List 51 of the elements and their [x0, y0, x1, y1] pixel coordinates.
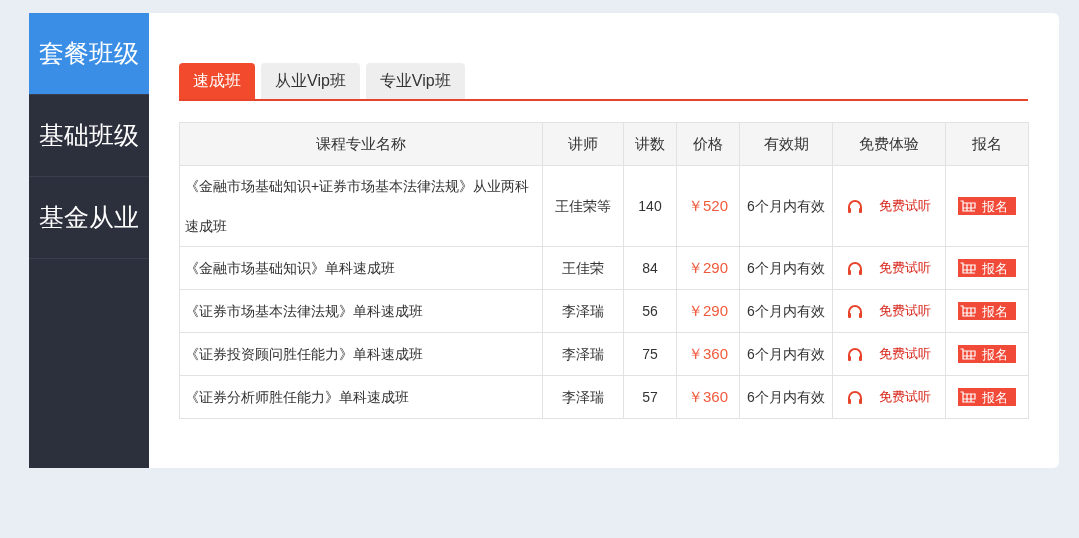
- table-cell: ￥290: [676, 246, 740, 290]
- column-header: 免费体验: [832, 122, 946, 166]
- table-cell: 《金融市场基础知识》单科速成班: [179, 246, 543, 290]
- headphones-icon: [847, 390, 863, 404]
- cart-icon: [960, 347, 976, 361]
- table-cell: ￥360: [676, 375, 740, 419]
- table-cell: 6个月内有效: [739, 375, 833, 419]
- signup-button[interactable]: 报名: [958, 388, 1016, 406]
- table-cell: 王佳荣等: [542, 165, 624, 247]
- tab[interactable]: 从业Vip班: [261, 63, 360, 99]
- table-cell: 6个月内有效: [739, 289, 833, 333]
- table-cell: 《证券市场基本法律法规》单科速成班: [179, 289, 543, 333]
- signup-button[interactable]: 报名: [958, 197, 1016, 215]
- cart-icon: [960, 261, 976, 275]
- tab[interactable]: 速成班: [179, 63, 255, 99]
- column-header: 报名: [945, 122, 1029, 166]
- column-header: 课程专业名称: [179, 122, 543, 166]
- table-cell: 6个月内有效: [739, 165, 833, 247]
- column-header: 有效期: [739, 122, 833, 166]
- table-cell: 140: [623, 165, 677, 247]
- table-cell: 李泽瑞: [542, 375, 624, 419]
- table-cell: 李泽瑞: [542, 289, 624, 333]
- cart-icon: [960, 304, 976, 318]
- table-cell: ￥520: [676, 165, 740, 247]
- column-header: 讲师: [542, 122, 624, 166]
- signup-button[interactable]: 报名: [958, 259, 1016, 277]
- column-header: 讲数: [623, 122, 677, 166]
- table-cell: 6个月内有效: [739, 332, 833, 376]
- table-cell: 57: [623, 375, 677, 419]
- column-header: 价格: [676, 122, 740, 166]
- table-cell: 《金融市场基础知识+证券市场基本法律法规》从业两科速成班: [179, 165, 543, 247]
- signup-button[interactable]: 报名: [958, 302, 1016, 320]
- headphones-icon: [847, 199, 863, 213]
- table-cell: 《证券分析师胜任能力》单科速成班: [179, 375, 543, 419]
- table-cell: 6个月内有效: [739, 246, 833, 290]
- table-cell: 《证券投资顾问胜任能力》单科速成班: [179, 332, 543, 376]
- table-cell: 李泽瑞: [542, 332, 624, 376]
- table-cell: 56: [623, 289, 677, 333]
- table-cell: ￥360: [676, 332, 740, 376]
- table-cell: 84: [623, 246, 677, 290]
- table-cell: 王佳荣: [542, 246, 624, 290]
- cart-icon: [960, 199, 976, 213]
- headphones-icon: [847, 347, 863, 361]
- table-cell: ￥290: [676, 289, 740, 333]
- headphones-icon: [847, 304, 863, 318]
- signup-button[interactable]: 报名: [958, 345, 1016, 363]
- cart-icon: [960, 390, 976, 404]
- sidebar-item[interactable]: 套餐班级: [29, 13, 149, 95]
- table-cell: 75: [623, 332, 677, 376]
- headphones-icon: [847, 261, 863, 275]
- tab[interactable]: 专业Vip班: [365, 63, 465, 99]
